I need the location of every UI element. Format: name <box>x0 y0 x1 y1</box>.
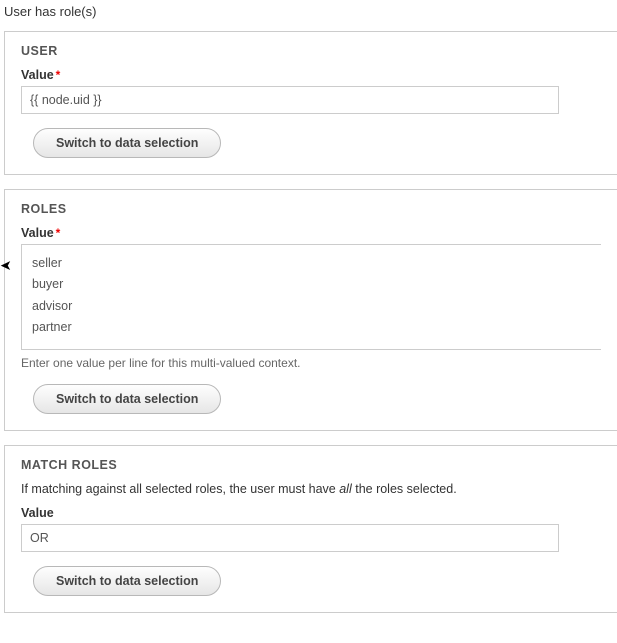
roles-value-textarea[interactable] <box>21 244 601 350</box>
match-value-input[interactable] <box>21 524 559 552</box>
roles-switch-button[interactable]: Switch to data selection <box>33 384 221 414</box>
match-description: If matching against all selected roles, … <box>21 482 601 496</box>
roles-fieldset: ROLES Value* Enter one value per line fo… <box>4 189 617 431</box>
match-roles-fieldset: MATCH ROLES If matching against all sele… <box>4 445 617 613</box>
user-fieldset: USER Value* Switch to data selection <box>4 31 617 175</box>
user-value-input[interactable] <box>21 86 559 114</box>
user-section-title: USER <box>21 44 601 58</box>
match-value-label: Value <box>21 506 54 520</box>
user-switch-button[interactable]: Switch to data selection <box>33 128 221 158</box>
match-section-title: MATCH ROLES <box>21 458 601 472</box>
page-title: User has role(s) <box>0 4 617 31</box>
roles-help-text: Enter one value per line for this multi-… <box>21 356 601 370</box>
user-value-label: Value <box>21 68 54 82</box>
roles-section-title: ROLES <box>21 202 601 216</box>
roles-value-label: Value <box>21 226 54 240</box>
required-marker: * <box>56 68 61 82</box>
match-switch-button[interactable]: Switch to data selection <box>33 566 221 596</box>
required-marker: * <box>56 226 61 240</box>
